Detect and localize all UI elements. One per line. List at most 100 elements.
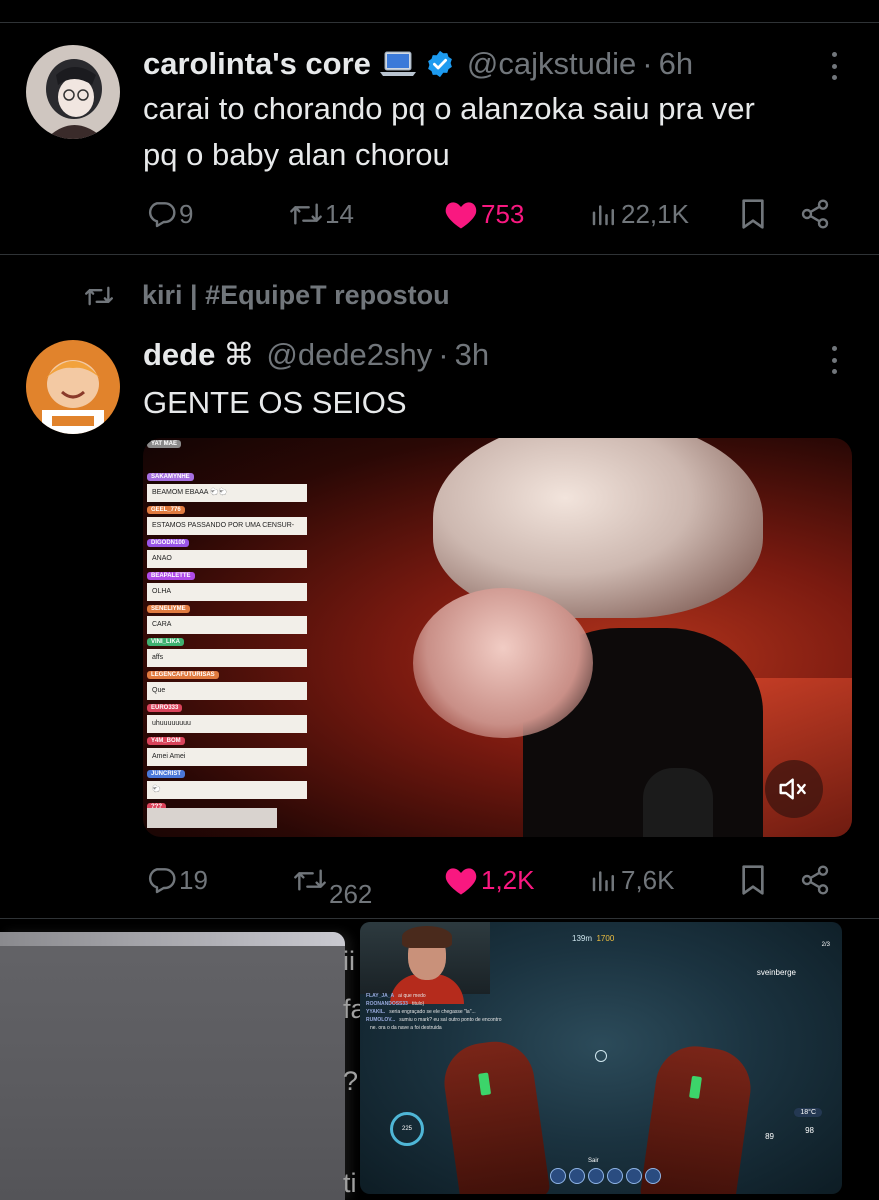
display-name[interactable]: dede	[143, 337, 215, 373]
quickslot-icon	[569, 1168, 585, 1184]
crosshair-icon	[595, 1050, 607, 1062]
chat-username: JUNCRIST	[147, 770, 186, 778]
views-count: 7,6K	[621, 864, 675, 895]
chat-input-placeholder	[147, 808, 277, 828]
display-name[interactable]: carolinta's core	[143, 46, 371, 82]
game-chat-user: ROONANDOSS33	[366, 1001, 408, 1007]
reply-icon	[148, 202, 176, 228]
share-button[interactable]	[799, 194, 831, 234]
like-button[interactable]: 753	[443, 194, 524, 234]
game-chat-user: RUMOLOV...	[366, 1017, 396, 1023]
chat-username: Y4M_BOM	[147, 737, 185, 745]
timeline: carolinta's core @cajkstudie · 6h carai …	[0, 0, 879, 1200]
video-player[interactable]: YAT MAE SAKAMYNHE BEAMOM EBAAA 🐑🐑 GEEL_776 E…	[143, 438, 852, 837]
game-chat-user: YYAKIL.	[366, 1009, 386, 1015]
chat-username: DIGODN100	[147, 539, 190, 547]
oxygen-value: 225	[401, 1126, 412, 1132]
depth-value: 139m	[572, 934, 593, 943]
bookmark-button[interactable]	[739, 194, 767, 234]
views-button[interactable]: 7,6K	[589, 860, 675, 900]
tweet-header: dede ⌘ @dede2shy · 3h	[143, 337, 489, 373]
tweet-actions: 9 14 753 22,1K	[143, 194, 843, 234]
chat-message: JUNCRIST 🐑	[147, 762, 307, 799]
avatar[interactable]	[26, 45, 120, 139]
unmute-button[interactable]	[765, 760, 823, 818]
text-fragment: ii	[343, 946, 355, 976]
repost-banner-text: kiri | #EquipeT repostou	[142, 280, 450, 310]
game-chat: FLAY_JA_A ai que medo ROONANDOSS33 titulo) Y…	[366, 992, 616, 1032]
timestamp[interactable]: 6h	[659, 46, 693, 82]
handle[interactable]: @dede2shy	[266, 337, 432, 373]
stream-chat-overlay: YAT MAE SAKAMYNHE BEAMOM EBAAA 🐑🐑 GEEL_776 E…	[147, 438, 312, 837]
player-left-arm	[439, 1036, 551, 1194]
more-options-icon[interactable]	[822, 48, 846, 84]
quickslot-icon	[626, 1168, 642, 1184]
text-fragment: ti	[343, 1168, 357, 1198]
repost-icon	[294, 869, 326, 891]
text-fragment: ?	[343, 1066, 359, 1096]
repost-count: 14	[325, 198, 354, 229]
quickslot-icon	[588, 1168, 604, 1184]
repost-button[interactable]: 14	[287, 194, 354, 234]
chat-message: DIGODN100 ANAO	[147, 531, 307, 568]
heart-filled-icon	[445, 868, 477, 895]
bookmark-icon	[742, 199, 764, 229]
game-screenshot[interactable]: 139m 1700 2/3 sveinberge FLAY_JA_A ai que…	[360, 922, 842, 1194]
chat-message: GEEL_776 ESTAMOS PASSANDO POR UMA CENSUR-	[147, 498, 307, 535]
repost-count: 262	[329, 878, 373, 909]
player-name: sveinberge	[756, 968, 796, 977]
heading-value: 1700	[596, 934, 615, 943]
exit-label: Sair	[588, 1158, 599, 1164]
chat-username: GEEL_776	[147, 506, 185, 514]
chat-message: SAKAMYNHE BEAMOM EBAAA 🐑🐑	[147, 465, 307, 502]
reply-button[interactable]: 9	[145, 194, 193, 234]
reply-count: 9	[179, 198, 194, 229]
repost-button[interactable]: 262	[291, 860, 372, 909]
chat-username: VINI_LIKA	[147, 638, 185, 646]
divider	[0, 918, 879, 919]
avatar-photo	[26, 340, 120, 434]
views-chart-icon	[592, 871, 614, 892]
chat-message: EURO333 uhuuuuuuuu	[147, 696, 307, 733]
game-chat-line: YYAKIL. seria engraçado se ele chegasse "…	[366, 1008, 616, 1016]
repost-banner[interactable]: kiri | #EquipeT repostou	[82, 280, 450, 311]
game-chat-text: ai que medo	[398, 993, 426, 999]
game-chat-line: ne. ora o da nave a foi destruida	[366, 1024, 616, 1032]
game-chat-text: seria engraçado se ele chegasse "la"...	[389, 1009, 476, 1015]
bookmark-button[interactable]	[739, 860, 767, 900]
video-microphone	[643, 768, 713, 837]
chat-message: SENELIYME CARA	[147, 597, 307, 634]
quickslot-icon	[645, 1168, 661, 1184]
verified-badge-icon[interactable]	[425, 49, 455, 79]
speaker-muted-icon	[779, 778, 806, 800]
reply-button[interactable]: 19	[145, 860, 208, 900]
gray-panel-overlay	[0, 932, 345, 1200]
avatar[interactable]	[26, 340, 120, 434]
more-options-icon[interactable]	[822, 342, 846, 378]
views-button[interactable]: 22,1K	[589, 194, 689, 234]
chat-username: EURO333	[147, 704, 183, 712]
game-chat-user: FLAY_JA_A	[366, 993, 395, 999]
game-chat-line: RUMOLOV... sumiu o mark? eu saí outro pon…	[366, 1016, 616, 1024]
like-button[interactable]: 1,2K	[443, 860, 535, 900]
chat-message: YAT MAE	[147, 438, 307, 450]
reply-count: 19	[179, 864, 208, 895]
chat-username: LEGENCAFUTURISAS	[147, 671, 219, 679]
handle[interactable]: @cajkstudie	[467, 46, 636, 82]
tweet-text: carai to chorando pq o alanzoka saiu pra…	[143, 91, 755, 172]
name-symbol: ⌘	[223, 337, 255, 372]
game-chat-line: FLAY_JA_A ai que medo	[366, 992, 616, 1000]
divider	[0, 254, 879, 255]
chat-username: SAKAMYNHE	[147, 473, 194, 481]
chat-message: VINI_LIKA affs	[147, 630, 307, 667]
tweet-header: carolinta's core @cajkstudie · 6h	[143, 46, 693, 82]
views-chart-icon	[592, 205, 614, 226]
share-button[interactable]	[799, 860, 831, 900]
timestamp[interactable]: 3h	[455, 337, 489, 373]
laptop-icon	[379, 51, 417, 77]
streamer-webcam	[360, 922, 490, 1004]
game-chat-line: ROONANDOSS33 titulo)	[366, 1000, 616, 1008]
chat-username: SENELIYME	[147, 605, 190, 613]
game-chat-text: titulo)	[411, 1001, 425, 1007]
repost-icon	[85, 286, 114, 305]
